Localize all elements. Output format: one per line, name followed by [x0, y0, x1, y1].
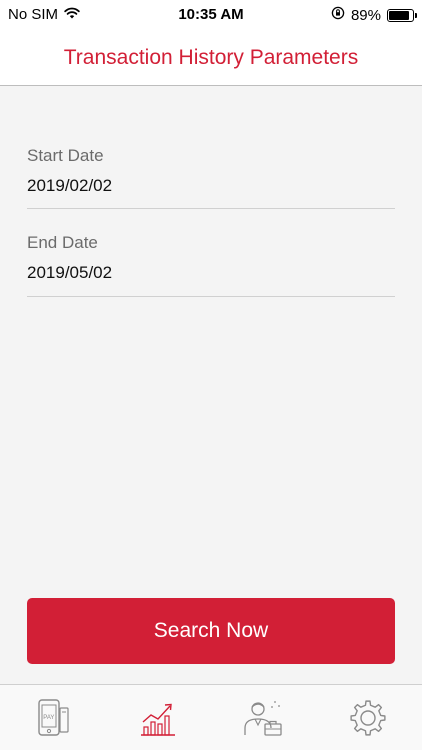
nav-header: Transaction History Parameters — [0, 30, 422, 86]
end-date-field[interactable]: End Date 2019/05/02 — [27, 233, 395, 297]
tab-pay[interactable]: PAY — [0, 685, 105, 750]
battery-icon — [387, 8, 417, 22]
end-date-value[interactable]: 2019/05/02 — [27, 263, 395, 283]
battery-percent: 89% — [350, 6, 381, 24]
tab-bar: PAY — [0, 684, 422, 750]
pay-text: PAY — [43, 715, 54, 721]
pay-phone-icon: PAY — [36, 698, 70, 738]
battery-fill — [389, 10, 410, 20]
status-right: 89% — [331, 6, 417, 24]
gear-outline — [349, 700, 386, 736]
tab-settings[interactable] — [315, 685, 420, 750]
start-date-field[interactable]: Start Date 2019/02/02 — [27, 146, 395, 209]
start-date-value[interactable]: 2019/02/02 — [27, 176, 395, 196]
page-title: Transaction History Parameters — [63, 45, 359, 69]
orientation-lock-icon — [331, 6, 345, 24]
app-screen: No SIM 10:35 AM 89% Transaction History … — [0, 0, 422, 750]
tab-profile[interactable] — [210, 685, 315, 750]
start-date-label: Start Date — [27, 146, 104, 165]
status-bar: No SIM 10:35 AM 89% — [0, 0, 422, 30]
end-date-label: End Date — [27, 233, 98, 252]
tab-transaction-history[interactable] — [105, 685, 210, 750]
search-now-button[interactable]: Search Now — [27, 598, 395, 664]
businessman-briefcase-icon — [242, 698, 284, 738]
gear-icon — [348, 698, 388, 738]
growth-chart-icon — [138, 698, 178, 738]
